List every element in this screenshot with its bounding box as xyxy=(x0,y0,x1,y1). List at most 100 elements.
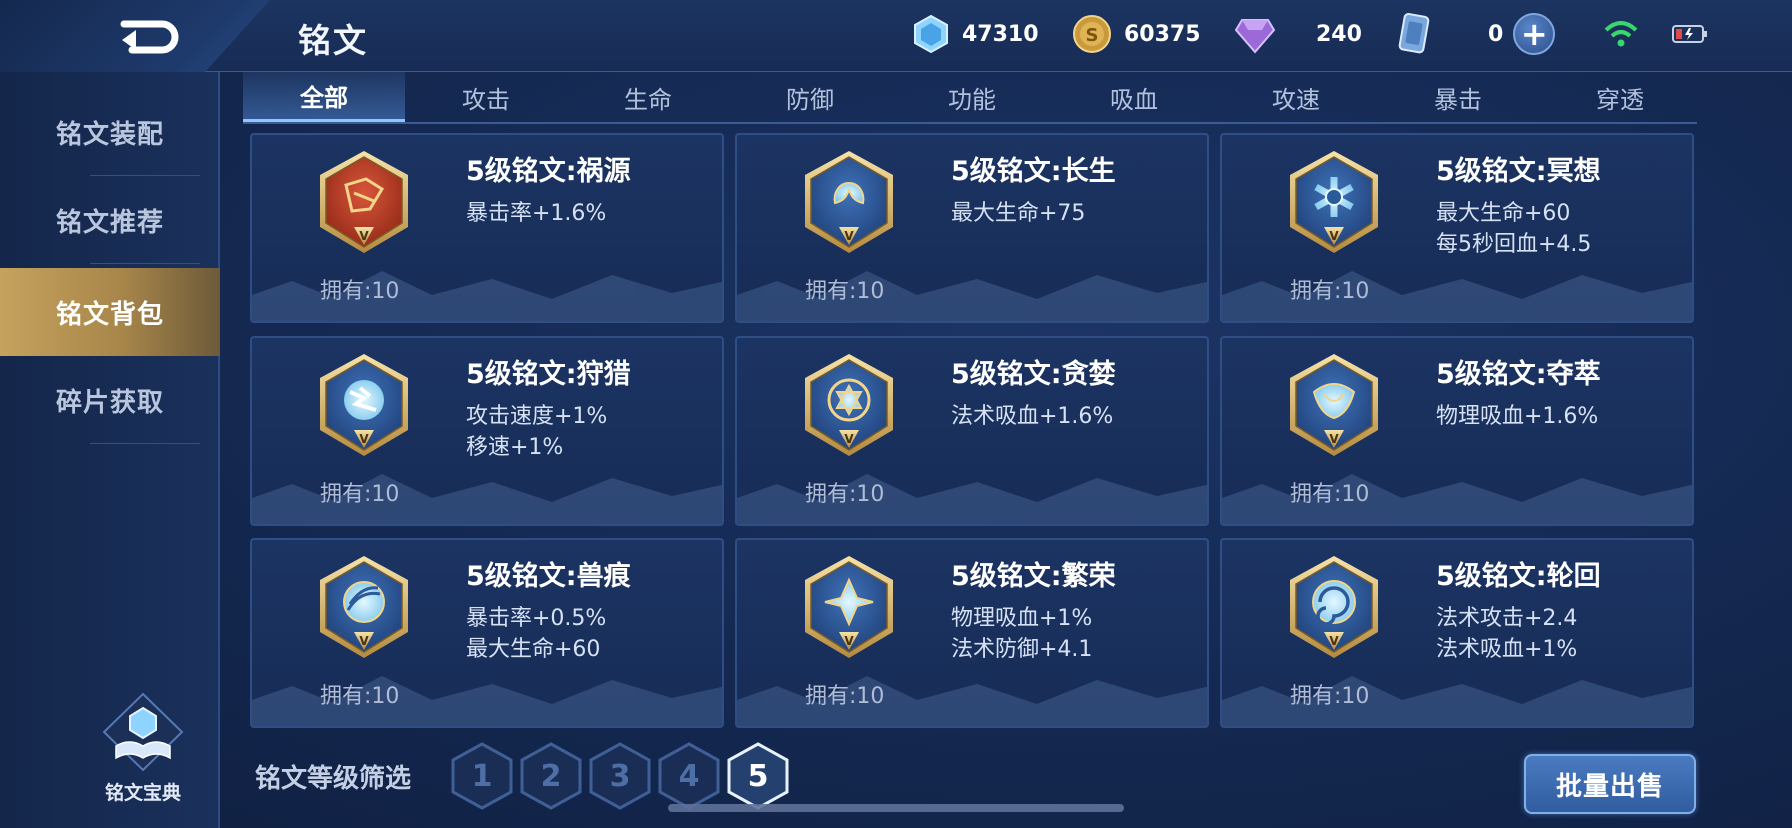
sidebar-item-label: 铭文装配 xyxy=(55,119,164,150)
level-filter-5[interactable]: 5 xyxy=(726,742,790,810)
rune-stat: 移速+1% xyxy=(466,435,564,460)
card-icon xyxy=(1398,13,1430,54)
sidebar-item-label: 碎片获取 xyxy=(55,387,164,418)
level-filter-2[interactable]: 2 xyxy=(519,742,583,810)
rune-name: 5级铭文:狩猎 xyxy=(466,359,631,390)
rune-owned-count: 拥有:10 xyxy=(320,684,400,709)
rune-stat: 法术吸血+1.6% xyxy=(951,404,1114,429)
codex-label: 铭文宝典 xyxy=(104,782,181,804)
card-currency: 0 + xyxy=(1396,12,1556,56)
page-title: 铭文 xyxy=(298,21,368,60)
level-filter-4[interactable]: 4 xyxy=(657,742,721,810)
rune-level-mark: V xyxy=(359,229,369,243)
add-card-button[interactable]: + xyxy=(1513,13,1556,55)
tab-lifesteal[interactable]: 吸血 xyxy=(1053,72,1215,122)
rune-card-fanrong[interactable]: V 5级铭文:繁荣 物理吸血+1% 法术防御+4.1 拥有:10 xyxy=(735,538,1209,728)
rune-name: 5级铭文:冥想 xyxy=(1436,156,1601,187)
rune-name: 5级铭文:祸源 xyxy=(466,156,631,187)
rune-stat: 物理吸血+1% xyxy=(951,606,1093,631)
rune-name: 5级铭文:长生 xyxy=(951,156,1116,187)
tab-attack-speed[interactable]: 攻速 xyxy=(1215,72,1377,122)
rune-stat: 攻击速度+1% xyxy=(466,404,608,429)
rune-icon: V xyxy=(1290,151,1378,253)
tab-utility[interactable]: 功能 xyxy=(891,72,1053,122)
batch-sell-button[interactable]: 批量出售 xyxy=(1524,754,1696,814)
rune-stat: 法术攻击+2.4 xyxy=(1436,606,1578,631)
tab-defense[interactable]: 防御 xyxy=(729,72,891,122)
rune-card-tanlan[interactable]: V 5级铭文:贪婪法术吸血+1.6% 拥有:10 xyxy=(735,336,1209,526)
rune-owned-count: 拥有:10 xyxy=(805,279,885,304)
rune-card-changsheng[interactable]: V 5级铭文:长生最大生命+75 拥有:10 xyxy=(735,133,1209,323)
category-tabs: 全部 攻击 生命 防御 功能 吸血 攻速 暴击 穿透 xyxy=(243,72,1697,124)
battery-icon xyxy=(1672,25,1707,43)
rune-owned-count: 拥有:10 xyxy=(1290,684,1370,709)
rune-name: 5级铭文:兽痕 xyxy=(466,561,631,592)
rune-icon: V xyxy=(1290,556,1378,658)
back-button[interactable] xyxy=(0,0,270,72)
rune-name: 5级铭文:轮回 xyxy=(1436,561,1601,592)
rune-stat: 最大生命+75 xyxy=(951,201,1086,226)
rune-stat: 物理吸血+1.6% xyxy=(1436,404,1599,429)
rune-level-mark: V xyxy=(1329,229,1339,243)
diamond-value: 47310 xyxy=(962,21,1039,47)
rune-owned-count: 拥有:10 xyxy=(320,279,400,304)
rune-icon: V xyxy=(805,556,893,658)
top-bar: 铭文 47310 S 60375 240 0 + xyxy=(0,0,1792,72)
rune-stat: 暴击率+1.6% xyxy=(466,201,607,226)
rune-owned-count: 拥有:10 xyxy=(1290,279,1370,304)
rune-card-huoyuan[interactable]: V 5级铭文:祸源暴击率+1.6% 拥有:10 xyxy=(250,133,724,323)
sidebar-item-label: 铭文推荐 xyxy=(55,207,164,238)
card-value: 0 xyxy=(1488,21,1504,47)
rune-name: 5级铭文:繁荣 xyxy=(951,561,1116,592)
rune-owned-count: 拥有:10 xyxy=(805,684,885,709)
blue-crystal-icon xyxy=(914,14,948,54)
level-filter-1[interactable]: 1 xyxy=(450,742,514,810)
rune-level-mark: V xyxy=(844,229,854,243)
rune-level-mark: V xyxy=(1329,432,1339,446)
rune-icon: V xyxy=(320,151,408,253)
rune-card-shouhen[interactable]: V 5级铭文:兽痕 暴击率+0.5% 最大生命+60 拥有:10 xyxy=(250,538,724,728)
rune-card-shoulie[interactable]: V 5级铭文:狩猎攻击速度+1% 移速+1% 拥有:10 xyxy=(250,336,724,526)
rune-stat: 每5秒回血+4.5 xyxy=(1436,232,1592,257)
level-filter-label: 1 xyxy=(471,758,493,794)
rune-owned-count: 拥有:10 xyxy=(805,482,885,507)
tab-health[interactable]: 生命 xyxy=(567,72,729,122)
rune-icon: V xyxy=(805,354,893,456)
rune-icon: V xyxy=(805,151,893,253)
level-filter-label: 4 xyxy=(678,758,700,794)
rune-level-mark: V xyxy=(359,432,369,446)
sidebar-item-rune-bag[interactable]: 铭文背包 xyxy=(0,268,220,356)
rune-card-lunhui[interactable]: V 5级铭文:轮回 法术攻击+2.4 法术吸血+1% 拥有:10 xyxy=(1220,538,1694,728)
rune-stat: 最大生命+60 xyxy=(1436,201,1571,226)
rune-card-duocui[interactable]: V 5级铭文:夺萃物理吸血+1.6% 拥有:10 xyxy=(1220,336,1694,526)
sidebar-item-rune-setup[interactable]: 铭文装配 xyxy=(0,88,220,176)
gem-currency: 240 xyxy=(1234,12,1362,56)
level-filter-label: 5 xyxy=(747,758,769,794)
rune-name: 5级铭文:贪婪 xyxy=(951,359,1116,390)
level-filter-3[interactable]: 3 xyxy=(588,742,652,810)
rune-level-mark: V xyxy=(1329,634,1339,648)
rune-icon: V xyxy=(320,354,408,456)
codex-book-icon xyxy=(102,692,184,772)
rune-codex-button[interactable]: 铭文宝典 xyxy=(98,692,188,804)
horizontal-scrollbar[interactable] xyxy=(668,804,1124,812)
rune-owned-count: 拥有:10 xyxy=(1290,482,1370,507)
sidebar-item-fragment-source[interactable]: 碎片获取 xyxy=(0,356,220,444)
svg-text:S: S xyxy=(1086,25,1099,46)
sidebar-item-label: 铭文背包 xyxy=(55,299,164,330)
rune-name: 5级铭文:夺萃 xyxy=(1436,359,1601,390)
tab-attack[interactable]: 攻击 xyxy=(405,72,567,122)
rune-card-mingxiang[interactable]: V 5级铭文:冥想最大生命+60 每5秒回血+4.5 拥有:10 xyxy=(1220,133,1694,323)
rune-owned-count: 拥有:10 xyxy=(320,482,400,507)
rune-icon: V xyxy=(320,556,408,658)
gold-coin-icon: S xyxy=(1073,15,1111,53)
tab-all[interactable]: 全部 xyxy=(243,72,405,122)
tab-penetration[interactable]: 穿透 xyxy=(1539,72,1701,122)
sidebar-item-rune-recommend[interactable]: 铭文推荐 xyxy=(0,176,220,264)
back-arrow-icon xyxy=(120,20,179,54)
gold-coin-currency: S 60375 xyxy=(1072,12,1201,56)
level-filter-label: 铭文等级筛选 xyxy=(255,764,412,794)
rune-icon: V xyxy=(1290,354,1378,456)
tab-critical[interactable]: 暴击 xyxy=(1377,72,1539,122)
rune-stat: 最大生命+60 xyxy=(466,637,601,662)
